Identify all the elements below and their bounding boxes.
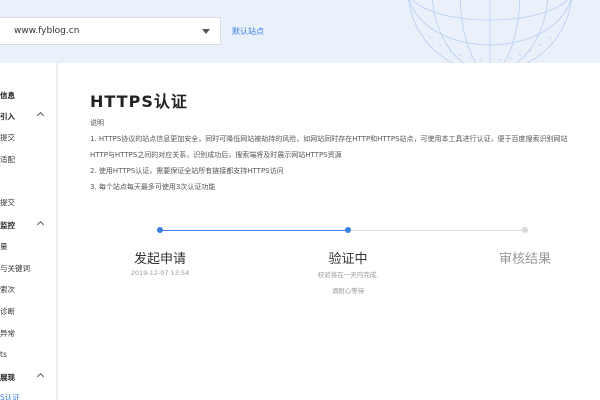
sidebar-item-label: ts: [0, 350, 7, 359]
description-line: HTTP与HTTPS之间的对应关系，识别成功后，搜索端将及时展示网站HTTPS资…: [90, 151, 342, 159]
step-dot-3: [522, 227, 528, 233]
step-title-verify: 验证中: [328, 252, 368, 267]
sidebar-item-exception[interactable]: 异常: [0, 325, 56, 341]
sidebar-item-label: 信息: [0, 91, 15, 100]
sidebar-item-label: 量: [0, 242, 8, 251]
header-band: www.fyblog.cn 默认站点: [0, 0, 600, 63]
sidebar-group-monitor[interactable]: 监控: [0, 217, 56, 233]
sidebar-item-label: 与关键词: [0, 264, 30, 273]
sidebar-item-label: 诊断: [0, 307, 15, 316]
step-connector-pending: [351, 230, 522, 231]
site-select-value: www.fyblog.cn: [14, 26, 80, 36]
step-connector-done: [161, 230, 348, 231]
sidebar-group-info[interactable]: 信息: [0, 87, 56, 103]
sidebar-group-import[interactable]: 引入: [0, 108, 56, 124]
step-dot-2: [345, 227, 351, 233]
sidebar-item-label: 适配: [0, 155, 15, 164]
step-note-verify-2: 请耐心等待: [331, 287, 365, 295]
sidebar-item-diagnose[interactable]: 诊断: [0, 303, 56, 319]
sidebar-item-https-auth[interactable]: S认证: [0, 389, 56, 400]
sidebar-item-label: 引入: [0, 112, 15, 121]
chevron-up-icon: [36, 220, 45, 229]
sidebar-item-keywords[interactable]: 与关键词: [0, 260, 56, 276]
page-title: HTTPS认证: [90, 92, 188, 111]
sidebar-item-label: S认证: [0, 393, 20, 400]
sidebar-item-adapt[interactable]: 适配: [0, 151, 56, 167]
sidebar-item-label: 监控: [0, 221, 15, 230]
sidebar-item-label: 提交: [0, 198, 15, 207]
sidebar-item-label: 展现: [0, 373, 15, 382]
sidebar-item-label: 提交: [0, 133, 15, 142]
sidebar-item-label: 索次: [0, 285, 15, 294]
site-select-dropdown[interactable]: www.fyblog.cn: [0, 17, 221, 45]
chevron-up-icon: [36, 111, 45, 120]
main-content: HTTPS认证 说明 1. HTTPS协议的站点信息更加安全，同时可降低网站被劫…: [58, 63, 600, 400]
sidebar-item-label: 异常: [0, 329, 15, 338]
sidebar: 信息 引入 提交 适配 提交 监控 量 与关键词 索次 诊断 异常 ts 展现 …: [0, 63, 57, 400]
description-heading: 说明: [90, 119, 104, 127]
chevron-up-icon: [36, 372, 45, 381]
globe-decoration-icon: [408, 0, 572, 63]
default-site-link[interactable]: 默认站点: [232, 26, 264, 37]
step-time-apply: 2019-12-07 13:54: [130, 269, 190, 277]
chevron-down-icon: [202, 29, 210, 34]
step-note-verify: 校验将在一天内完成,: [317, 271, 379, 279]
description-line: 3. 每个站点每天最多可使用3次认证功能: [90, 183, 216, 191]
sidebar-item-index[interactable]: 索次: [0, 281, 56, 297]
description-line: 1. HTTPS协议的站点信息更加安全，同时可降低网站被劫持的风险，如网站同时存…: [90, 135, 568, 143]
sidebar-group-display[interactable]: 展现: [0, 369, 56, 385]
sidebar-item-volume[interactable]: 量: [0, 238, 56, 254]
step-title-apply: 发起申请: [133, 252, 187, 267]
description-line: 2. 使用HTTPS认证，需要保证全站所有链接都支持HTTPS访问: [90, 167, 284, 175]
sidebar-item-ts[interactable]: ts: [0, 347, 56, 363]
sidebar-item-submit-2[interactable]: 提交: [0, 194, 56, 210]
step-title-result: 审核结果: [498, 252, 552, 267]
step-dot-1: [157, 227, 163, 233]
sidebar-item-submit[interactable]: 提交: [0, 129, 56, 145]
